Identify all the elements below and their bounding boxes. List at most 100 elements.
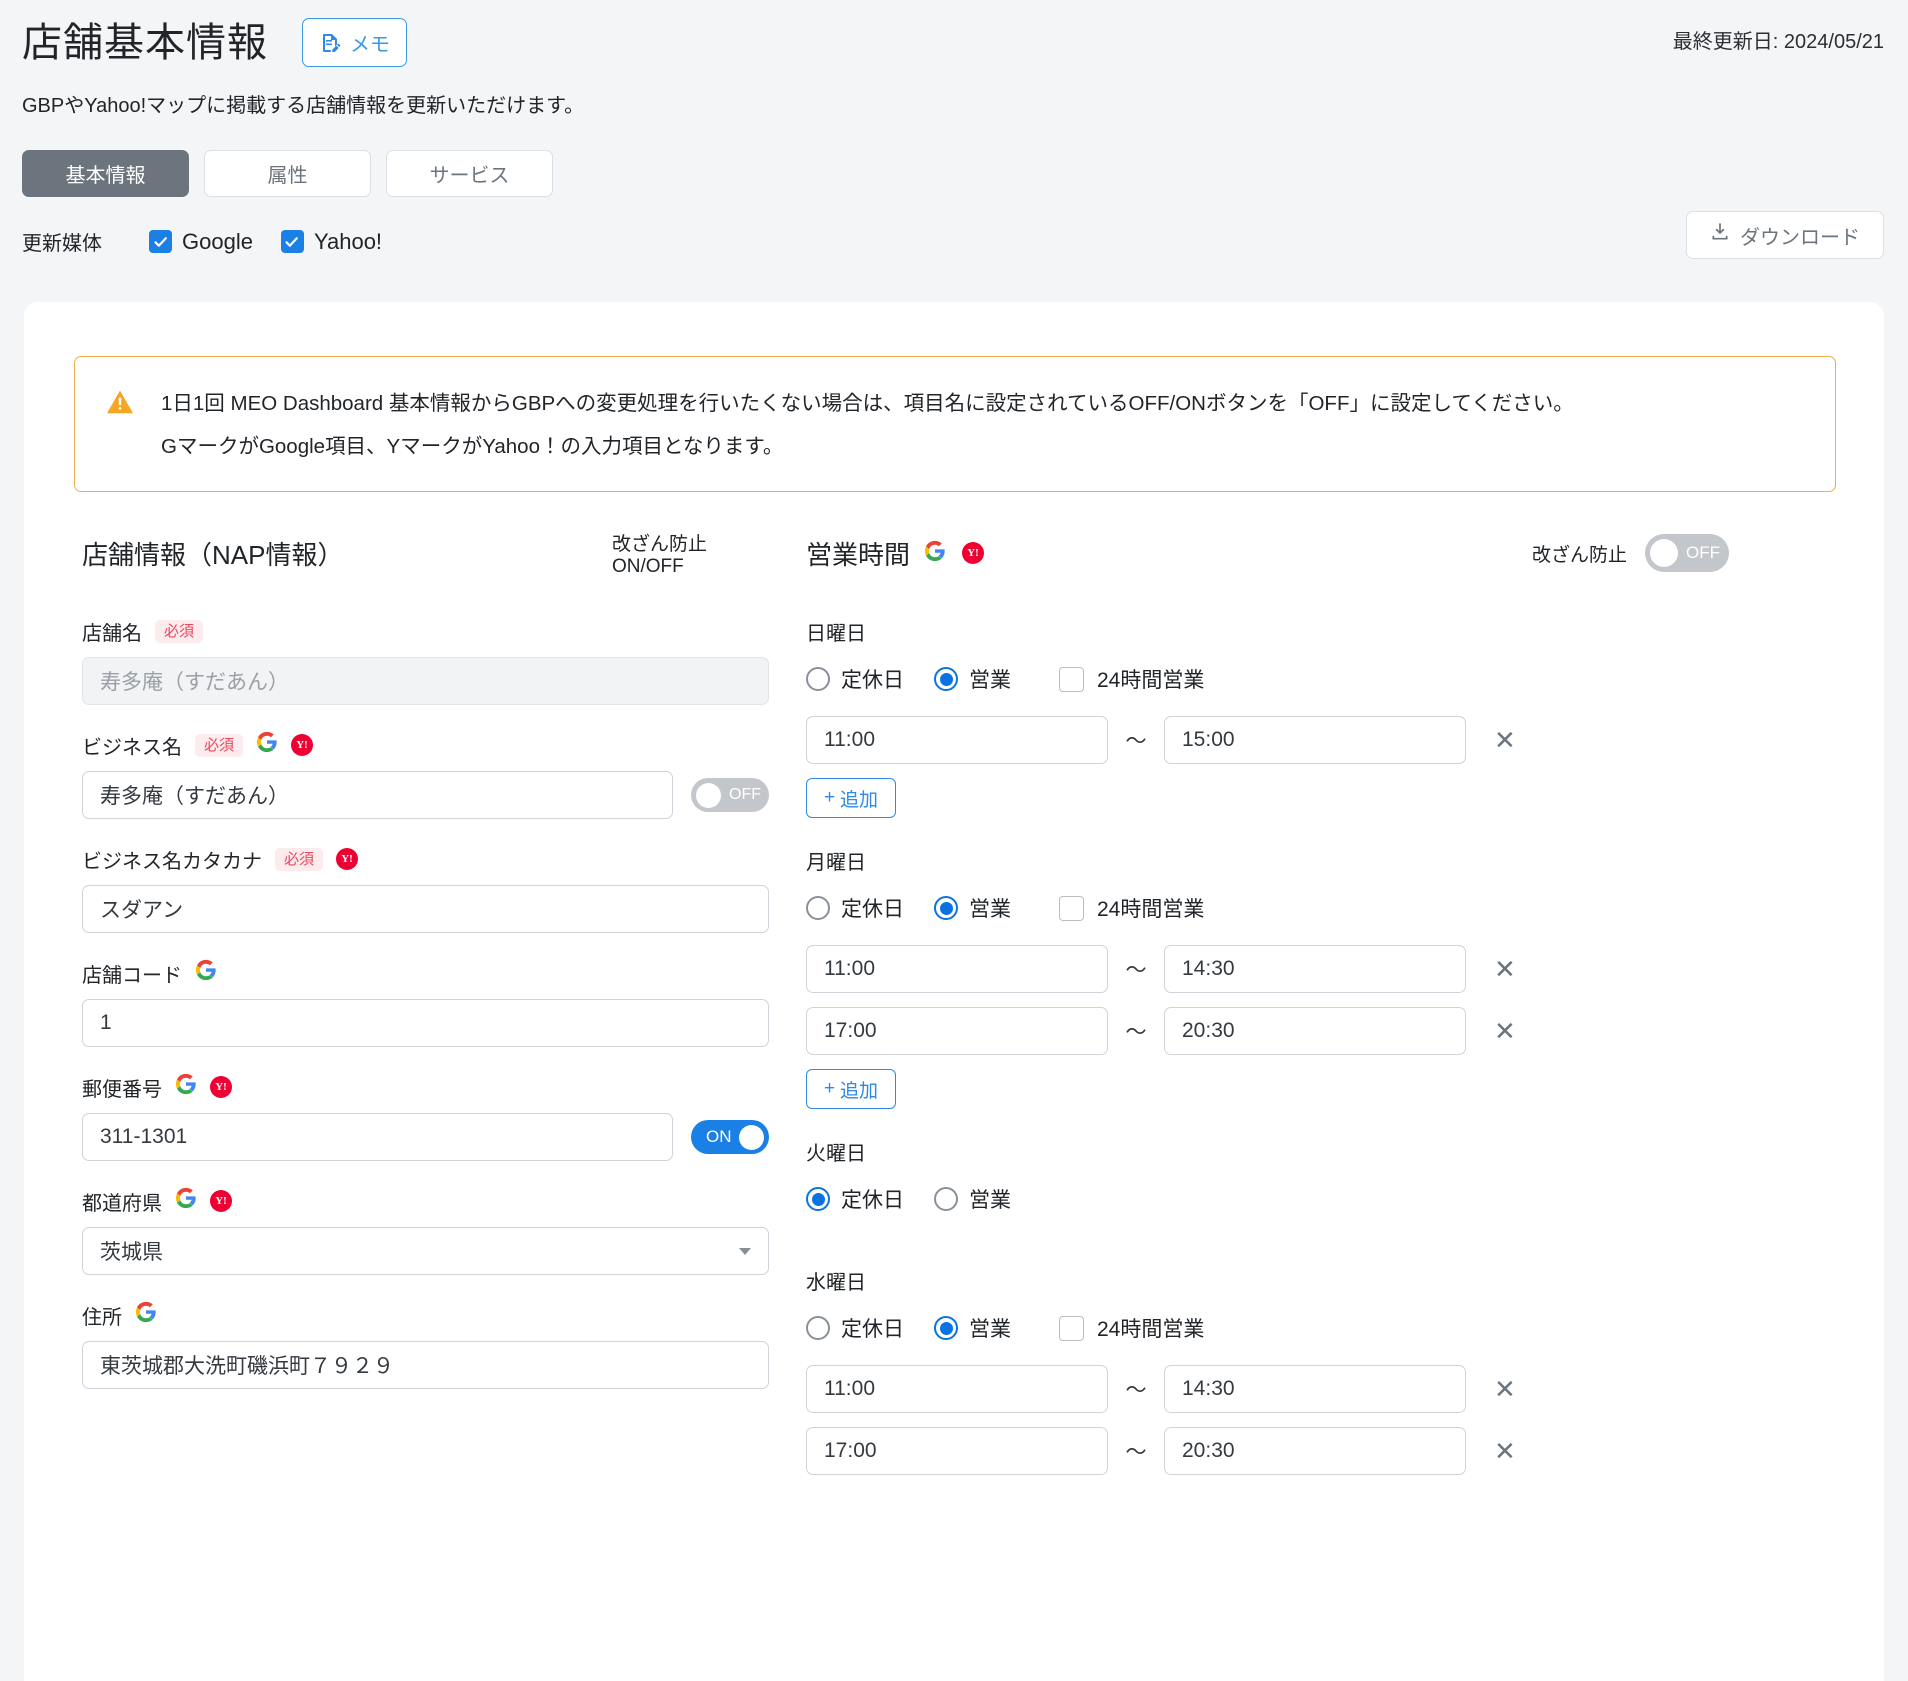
add-time-button-monday[interactable]: + 追加 [806, 1069, 896, 1109]
checkbox-yahoo-label: Yahoo! [313, 228, 383, 254]
business-name-kana-input[interactable]: スダアン [82, 885, 769, 933]
radio-wednesday-closed[interactable]: 定休日 [806, 1313, 904, 1343]
radio-tuesday-closed[interactable]: 定休日 [806, 1184, 904, 1214]
day-label-sunday: 日曜日 [806, 623, 866, 645]
radio-sunday-open[interactable]: 営業 [934, 664, 1011, 694]
time-from-input[interactable]: 11:00 [806, 945, 1108, 993]
close-icon[interactable]: ✕ [1494, 1376, 1516, 1402]
toggle-knob [1650, 539, 1678, 567]
page-header: 店舗基本情報 メモ [0, 0, 1908, 67]
toggle-state-label: OFF [729, 786, 761, 803]
radio-label-closed: 定休日 [841, 898, 904, 921]
yahoo-icon: Y! [962, 542, 985, 564]
close-icon[interactable]: ✕ [1494, 1438, 1516, 1464]
radio-icon-selected [934, 667, 958, 691]
store-basic-info-page: 店舗基本情報 メモ 最終更新日: 2024/05/21 GBPやYahoo!マッ… [0, 0, 1908, 1681]
main-card: 1日1回 MEO Dashboard 基本情報からGBPへの変更処理を行いたくな… [24, 302, 1884, 1681]
time-to-input[interactable]: 14:30 [1164, 945, 1466, 993]
yahoo-icon: Y! [210, 1076, 232, 1098]
business-name-tamper-toggle[interactable]: OFF [691, 778, 769, 812]
close-icon[interactable]: ✕ [1494, 727, 1516, 753]
radio-label-closed: 定休日 [841, 669, 904, 692]
time-row: 11:00 ～ 15:00 ✕ [806, 716, 1769, 764]
time-to-input[interactable]: 15:00 [1164, 716, 1466, 764]
day-label-tuesday: 火曜日 [806, 1143, 866, 1165]
last-update-date: 最終更新日: 2024/05/21 [1672, 31, 1884, 53]
radio-sunday-closed[interactable]: 定休日 [806, 664, 904, 694]
add-button-label: 追加 [840, 1080, 879, 1102]
checkbox-wednesday-24h[interactable]: 24時間営業 [1059, 1313, 1204, 1343]
field-label-prefecture: 都道府県 [82, 1192, 162, 1215]
store-code-input[interactable]: 1 [82, 999, 769, 1047]
radio-monday-open[interactable]: 営業 [934, 893, 1011, 923]
memo-button[interactable]: メモ [302, 18, 407, 67]
required-badge: 必須 [195, 733, 244, 757]
close-icon[interactable]: ✕ [1494, 956, 1516, 982]
time-row: 11:00 ～ 14:30 ✕ [806, 945, 1769, 993]
checkbox-label-24h: 24時間営業 [1097, 669, 1205, 692]
radio-label-closed: 定休日 [841, 1318, 904, 1341]
radio-label-open: 営業 [969, 1189, 1011, 1212]
close-icon[interactable]: ✕ [1494, 1018, 1516, 1044]
business-name-input[interactable]: 寿多庵（すだあん） [82, 771, 673, 819]
download-button[interactable]: ダウンロード [1686, 211, 1884, 259]
checkbox-checked-icon [280, 230, 304, 253]
day-label-wednesday: 水曜日 [806, 1272, 866, 1294]
time-from-input[interactable]: 11:00 [806, 716, 1108, 764]
time-from-input[interactable]: 17:00 [806, 1007, 1108, 1055]
radio-wednesday-open[interactable]: 営業 [934, 1313, 1011, 1343]
field-prefecture: 都道府県 Y! 茨城県 [82, 1187, 769, 1275]
plus-icon: + [823, 787, 836, 808]
yahoo-icon: Y! [291, 734, 314, 756]
radio-icon [806, 667, 830, 691]
radio-icon [806, 1316, 830, 1340]
time-from-input[interactable]: 11:00 [806, 1365, 1108, 1413]
field-label-business-name-kana: ビジネス名カタカナ [82, 850, 262, 873]
checkbox-google-label: Google [182, 228, 253, 254]
download-icon [1710, 222, 1730, 248]
field-label-address: 住所 [82, 1306, 122, 1329]
warning-triangle-icon [105, 387, 135, 422]
postal-code-tamper-toggle[interactable]: ON [691, 1120, 769, 1154]
google-icon [924, 540, 946, 567]
radio-tuesday-open[interactable]: 営業 [934, 1184, 1011, 1214]
toggle-state-label: ON [706, 1127, 732, 1146]
radio-label-open: 営業 [969, 1318, 1011, 1341]
time-separator: ～ [1125, 959, 1147, 982]
time-to-input[interactable]: 20:30 [1164, 1007, 1466, 1055]
field-store-code: 店舗コード 1 [82, 959, 769, 1047]
required-badge: 必須 [275, 847, 324, 871]
checkbox-yahoo[interactable]: Yahoo! [280, 228, 383, 255]
day-block-monday: 月曜日 定休日 営業 24時間営業 11:00 ～ 14:30 ✕ 17:00 … [806, 846, 1769, 1109]
radio-icon-selected [934, 1316, 958, 1340]
field-label-business-name: ビジネス名 [82, 736, 182, 759]
tab-attributes[interactable]: 属性 [204, 150, 371, 197]
toggle-knob [739, 1124, 764, 1150]
prefecture-select[interactable]: 茨城県 [82, 1227, 769, 1275]
checkbox-google[interactable]: Google [149, 229, 253, 255]
radio-monday-closed[interactable]: 定休日 [806, 893, 904, 923]
postal-code-input[interactable]: 311-1301 [82, 1113, 673, 1161]
chevron-down-icon [739, 1247, 751, 1255]
add-time-button-sunday[interactable]: + 追加 [806, 778, 896, 818]
address-input[interactable]: 東茨城郡大洗町磯浜町７９２９ [82, 1341, 769, 1389]
time-from-input[interactable]: 17:00 [806, 1427, 1108, 1475]
hours-tamper-toggle[interactable]: OFF [1645, 534, 1729, 572]
time-to-input[interactable]: 20:30 [1164, 1427, 1466, 1475]
update-media-label: 更新媒体 [22, 233, 102, 255]
warning-alert: 1日1回 MEO Dashboard 基本情報からGBPへの変更処理を行いたくな… [74, 356, 1836, 492]
time-row: 17:00 ～ 20:30 ✕ [806, 1007, 1769, 1055]
checkbox-sunday-24h[interactable]: 24時間営業 [1059, 664, 1204, 694]
store-name-input: 寿多庵（すだあん） [82, 657, 769, 705]
checkbox-empty-icon [1059, 1315, 1084, 1341]
time-to-input[interactable]: 14:30 [1164, 1365, 1466, 1413]
memo-button-label: メモ [350, 34, 390, 56]
google-icon [135, 1301, 157, 1329]
tab-basic-info[interactable]: 基本情報 [22, 150, 189, 197]
field-address: 住所 東茨城郡大洗町磯浜町７９２９ [82, 1301, 769, 1389]
checkbox-monday-24h[interactable]: 24時間営業 [1059, 893, 1204, 923]
nap-section-header: 店舗情報（NAP情報） 改ざん防止 ON/OFF [82, 534, 769, 577]
radio-icon [934, 1187, 958, 1211]
tab-services[interactable]: サービス [386, 150, 553, 197]
